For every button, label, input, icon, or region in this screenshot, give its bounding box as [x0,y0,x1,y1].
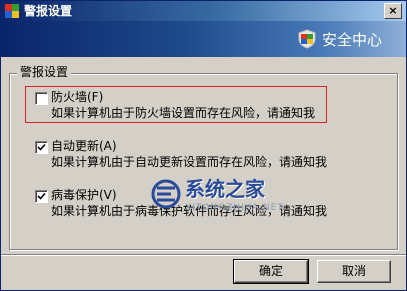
auto-update-checkbox[interactable] [35,141,48,154]
auto-update-label[interactable]: 自动更新(A) [51,139,117,153]
virus-protection-label[interactable]: 病毒保护(V) [51,188,117,202]
auto-update-description: 如果计算机由于自动更新设置而存在风险，请通知我 [51,155,328,169]
firewall-checkbox[interactable] [35,92,48,105]
close-button[interactable]: × [384,3,402,19]
divider [1,254,406,256]
brand-label: 安全中心 [322,31,383,49]
virus-protection-description: 如果计算机由于病毒保护软件而存在风险，请通知我 [51,204,328,218]
alert-settings-window: 警报设置 × 安全中心 警报设置 防火墙(F) 如果计算机由于防火墙设置而存在风… [0,0,407,291]
dialog-body: 警报设置 防火墙(F) 如果计算机由于防火墙设置而存在风险，请通知我 自动更新(… [1,57,406,290]
checkmark-icon [37,192,46,200]
header-band: 安全中心 [1,21,406,57]
window-title: 警报设置 [24,4,73,18]
virus-protection-checkbox[interactable] [35,190,48,203]
firewall-description: 如果计算机由于防火墙设置而存在风险，请通知我 [51,106,316,120]
firewall-label[interactable]: 防火墙(F) [51,90,103,104]
title-bar[interactable]: 警报设置 × [1,1,406,21]
checkmark-icon [37,143,46,151]
group-label: 警报设置 [17,65,72,79]
cancel-button[interactable]: 取消 [317,260,391,283]
shield-icon [4,3,20,19]
security-center-icon [297,29,317,49]
ok-button[interactable]: 确定 [233,259,309,284]
